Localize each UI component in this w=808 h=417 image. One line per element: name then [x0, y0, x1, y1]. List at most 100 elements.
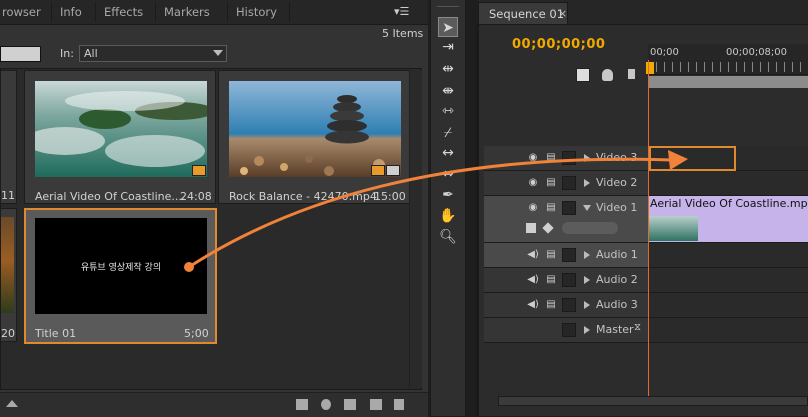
- zoom-up-icon[interactable]: [6, 400, 18, 407]
- bin-scrollbar[interactable]: [409, 70, 422, 388]
- rate-stretch-tool-icon[interactable]: ⇿: [438, 101, 458, 121]
- speaker-icon[interactable]: ◀): [526, 273, 540, 287]
- track-header[interactable]: ◀) ▤ Audio 3: [484, 293, 648, 318]
- speaker-icon[interactable]: ◀): [526, 248, 540, 262]
- project-tab-bar: rowser Info Effects Markers History ▾☰: [0, 0, 428, 25]
- lock-toggle[interactable]: [562, 176, 576, 190]
- track-header[interactable]: Master ⧖: [484, 318, 648, 343]
- timeline-clip[interactable]: Aerial Video Of Coastline.mp4: [648, 196, 808, 242]
- film-icon[interactable]: ▤: [544, 151, 558, 165]
- grip: [437, 6, 459, 7]
- ruler-ticks: [648, 62, 808, 72]
- tab-info[interactable]: Info: [52, 2, 96, 22]
- track-select-tool-icon[interactable]: ⇥: [438, 37, 458, 57]
- expand-icon[interactable]: [584, 276, 590, 284]
- expand-icon[interactable]: [584, 251, 590, 259]
- panel-menu-icon[interactable]: ▾☰: [394, 5, 409, 18]
- razor-tool-icon[interactable]: ⌿: [438, 123, 458, 143]
- search-input[interactable]: [0, 46, 41, 62]
- tab-media-browser[interactable]: rowser: [0, 2, 52, 22]
- track-lane[interactable]: [648, 171, 808, 196]
- clip-card-partial[interactable]: 20: [0, 208, 17, 342]
- track-lane[interactable]: Aerial Video Of Coastline.mp4: [648, 196, 808, 243]
- in-select-value: All: [84, 47, 98, 60]
- track-lane[interactable]: [648, 293, 808, 318]
- sync-icon[interactable]: ▤: [544, 273, 558, 287]
- track-audio-2: ◀) ▤ Audio 2: [478, 268, 808, 293]
- lock-toggle[interactable]: [562, 248, 576, 262]
- panel-divider[interactable]: [476, 24, 479, 416]
- zoom-tool-icon[interactable]: 🔍︎: [438, 227, 458, 247]
- delete-icon[interactable]: [394, 399, 404, 410]
- slide-tool-icon[interactable]: ⇔: [438, 164, 458, 184]
- clip-card-aerial[interactable]: Aerial Video Of Coastline.... 24:08: [24, 70, 216, 204]
- snap-icon[interactable]: [576, 68, 590, 82]
- track-name: Master: [596, 323, 634, 336]
- display-style-icon[interactable]: [526, 223, 536, 233]
- collapse-icon[interactable]: [583, 205, 591, 211]
- ripple-edit-tool-icon[interactable]: ⇹: [438, 59, 458, 79]
- clip-card-title-01[interactable]: 유튜브 영상제작 강의 Title 01 5;00: [24, 208, 217, 344]
- tab-effects[interactable]: Effects: [96, 2, 156, 22]
- work-area-bar[interactable]: [648, 76, 808, 88]
- new-item-icon[interactable]: [370, 399, 382, 410]
- clip-name: Aerial Video Of Coastline....: [35, 190, 186, 203]
- aerial-thumbnail-image: [35, 81, 207, 177]
- film-icon[interactable]: ▤: [544, 176, 558, 190]
- automate-to-sequence-icon[interactable]: [296, 399, 308, 410]
- new-bin-icon[interactable]: [344, 399, 356, 410]
- film-icon[interactable]: ▤: [544, 201, 558, 215]
- track-header[interactable]: ◉ ▤ Video 2: [484, 171, 648, 196]
- track-name: Audio 2: [596, 273, 638, 286]
- expand-icon[interactable]: [584, 326, 590, 334]
- lock-toggle[interactable]: [562, 323, 576, 337]
- speaker-icon[interactable]: ◀): [526, 298, 540, 312]
- sync-icon[interactable]: ▤: [544, 248, 558, 262]
- keyframe-nav[interactable]: [562, 222, 618, 234]
- time-ruler[interactable]: 00;00 00;00;08;00: [648, 44, 808, 75]
- tab-markers[interactable]: Markers: [156, 2, 228, 22]
- expand-icon[interactable]: [584, 301, 590, 309]
- track-header[interactable]: ◀) ▤ Audio 1: [484, 243, 648, 268]
- track-lane[interactable]: [648, 318, 808, 343]
- expand-icon[interactable]: [584, 154, 590, 162]
- track-header[interactable]: ◀) ▤ Audio 2: [484, 268, 648, 293]
- clip-thumbnail: [229, 81, 401, 177]
- chevron-down-icon: [213, 50, 223, 56]
- marker-icon[interactable]: [628, 69, 635, 79]
- track-name: Video 2: [596, 176, 638, 189]
- eye-icon[interactable]: ◉: [526, 201, 540, 215]
- find-icon[interactable]: [321, 399, 331, 410]
- eye-icon[interactable]: ◉: [526, 176, 540, 190]
- lock-toggle[interactable]: [562, 273, 576, 287]
- in-select[interactable]: All: [79, 45, 227, 62]
- tab-sequence-01[interactable]: Sequence 01 ×: [478, 2, 568, 24]
- clip-card-partial[interactable]: 11: [0, 70, 17, 204]
- in-label: In:: [60, 47, 74, 60]
- track-lane[interactable]: [648, 243, 808, 268]
- track-header[interactable]: ◉ ▤ Video 3: [484, 146, 648, 171]
- close-icon[interactable]: ×: [558, 7, 567, 20]
- clip-card-rock-balance[interactable]: Rock Balance - 42470.mp4 15:00: [218, 70, 410, 204]
- expand-icon[interactable]: [584, 179, 590, 187]
- pen-tool-icon[interactable]: ✒: [438, 185, 458, 205]
- eye-icon[interactable]: ◉: [526, 151, 540, 165]
- clip-thumbnail: 유튜브 영상제작 강의: [35, 218, 207, 314]
- slip-tool-icon[interactable]: ↔: [438, 143, 458, 163]
- tab-history[interactable]: History: [228, 2, 290, 22]
- timecode-display[interactable]: 00;00;00;00: [512, 37, 605, 52]
- hand-tool-icon[interactable]: ✋: [438, 206, 458, 226]
- rolling-edit-tool-icon[interactable]: ⇼: [438, 81, 458, 101]
- lock-toggle[interactable]: [562, 298, 576, 312]
- lock-toggle[interactable]: [562, 201, 576, 215]
- timeline-scrollbar[interactable]: [498, 396, 808, 406]
- lock-toggle[interactable]: [562, 151, 576, 165]
- track-lane[interactable]: [648, 268, 808, 293]
- track-header[interactable]: ◉ ▤ Video 1: [484, 196, 648, 243]
- timeline-empty-area[interactable]: [484, 343, 808, 393]
- keyframe-diamond-icon[interactable]: [542, 222, 554, 234]
- clip-duration: 11: [1, 189, 15, 202]
- keyframe-icon[interactable]: [602, 69, 613, 81]
- selection-tool-icon[interactable]: ➤: [438, 17, 458, 37]
- sync-icon[interactable]: ▤: [544, 298, 558, 312]
